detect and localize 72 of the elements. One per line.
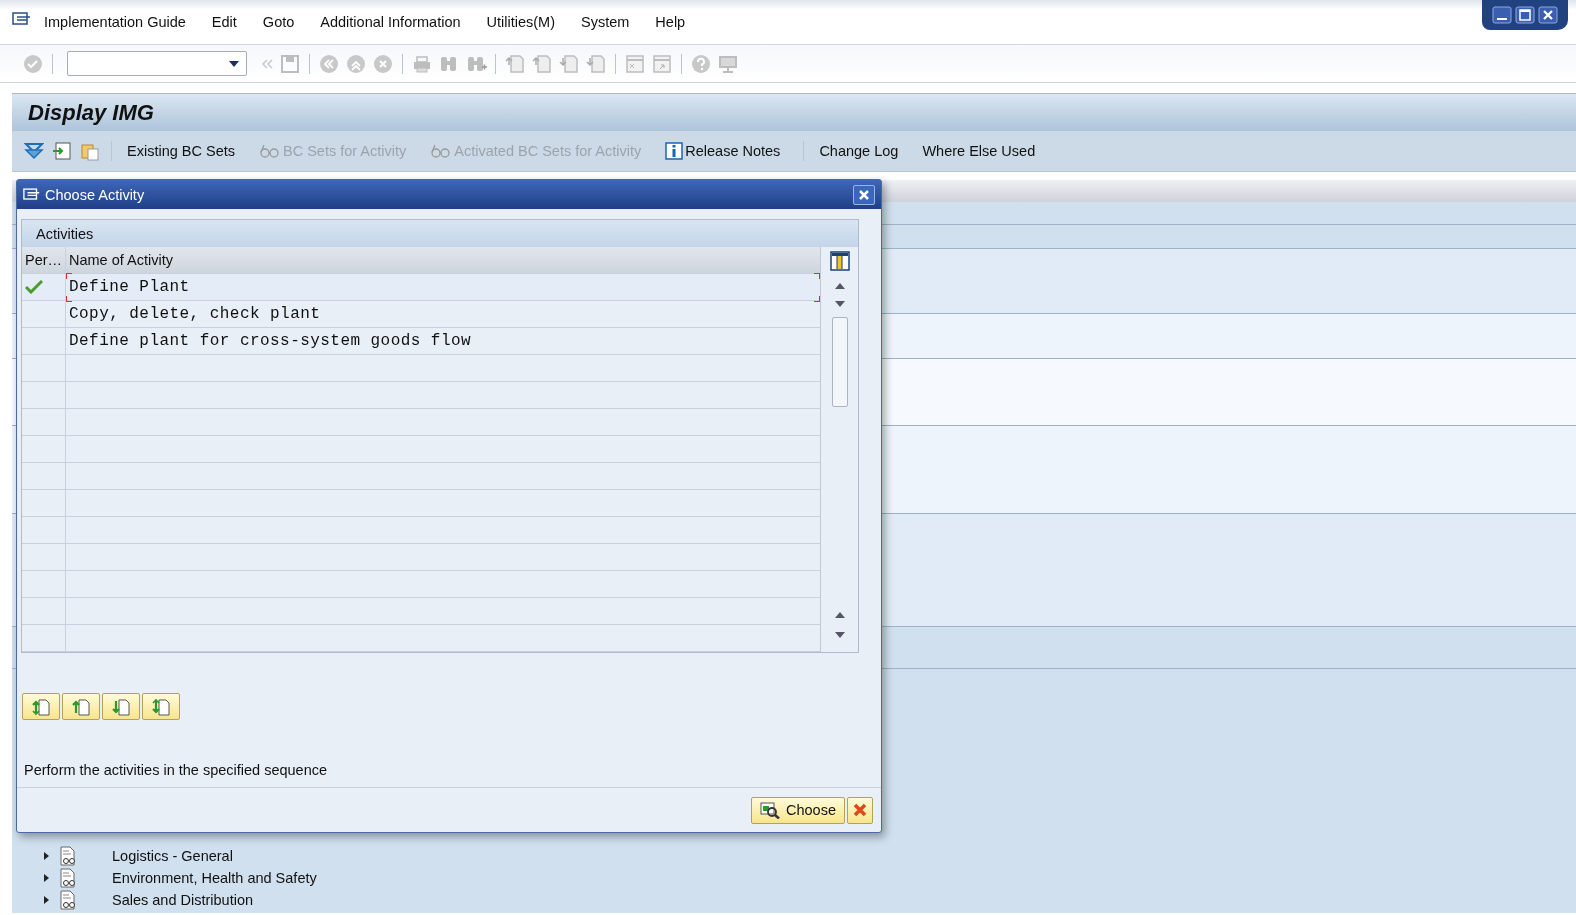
tree-item[interactable]: Environment, Health and Safety <box>112 870 317 886</box>
tree-item[interactable]: Sales and Distribution <box>112 892 254 908</box>
document-arrow-icon <box>151 697 171 716</box>
instruction-text: Perform the activities in the specified sequence <box>24 762 329 778</box>
move-button[interactable] <box>22 693 60 720</box>
menu-item[interactable]: System <box>581 14 630 30</box>
dialog-icon <box>23 187 41 202</box>
column-header[interactable]: Per… <box>22 247 66 273</box>
menu-icon[interactable] <box>12 11 32 27</box>
expand-arrow-icon[interactable] <box>42 896 50 904</box>
clipboard-icon[interactable] <box>80 141 100 161</box>
group-title: Activities <box>36 225 94 242</box>
menu-item[interactable]: Edit <box>211 14 237 30</box>
table-row[interactable]: Define Plant <box>22 274 820 301</box>
menu-item[interactable]: Utilities(M) <box>486 14 555 30</box>
minimize-icon[interactable] <box>1492 6 1512 24</box>
filter-icon[interactable] <box>24 141 44 161</box>
save-icon[interactable] <box>279 52 301 75</box>
scrollbar-thumb[interactable] <box>831 317 848 407</box>
document-glasses-icon <box>58 868 78 888</box>
toolbar-button[interactable]: Existing BC Sets <box>123 141 239 161</box>
command-field[interactable] <box>67 51 247 76</box>
table-cell-text: Define plant for cross-system goods flow <box>68 331 473 352</box>
table-row[interactable]: Define plant for cross-system goods flow <box>22 328 820 355</box>
toolbar-button[interactable]: Where Else Used <box>918 141 1040 161</box>
expand-arrow-icon[interactable] <box>42 852 50 860</box>
page-arrow-icon[interactable] <box>531 52 553 75</box>
column-layout-icon[interactable] <box>829 251 850 271</box>
glasses-icon <box>259 143 281 159</box>
close-icon[interactable] <box>1538 6 1558 24</box>
toolbar-button[interactable]: Release Notes <box>661 140 785 162</box>
column-header[interactable]: Name of Activity <box>66 247 820 273</box>
info-icon <box>665 142 684 160</box>
cancel-button[interactable] <box>847 796 873 824</box>
document-glasses-icon <box>58 846 78 866</box>
document-arrow-icon <box>31 697 51 716</box>
import-icon[interactable] <box>52 141 72 161</box>
expand-arrow-icon[interactable] <box>42 874 50 882</box>
toolbar-button[interactable]: Change Log <box>815 141 903 161</box>
menu-item[interactable]: Additional Information <box>320 14 461 30</box>
new-window-icon[interactable] <box>624 52 646 75</box>
dialog-title: Choose Activity <box>45 186 145 203</box>
magnifier-icon <box>760 801 780 819</box>
screen-title: Display IMG <box>27 99 154 126</box>
document-arrow-icon <box>111 697 131 716</box>
close-icon <box>853 803 867 817</box>
scroll-down-icon[interactable] <box>834 301 845 307</box>
glasses-icon <box>430 143 453 159</box>
page-arrow-icon[interactable] <box>585 52 607 75</box>
tree-item[interactable]: Logistics - General <box>112 848 233 864</box>
move-button[interactable] <box>62 693 100 720</box>
document-glasses-icon <box>58 890 78 910</box>
scroll-up-icon[interactable] <box>834 612 845 618</box>
menu-item[interactable]: Help <box>655 14 686 30</box>
table-cell-text: Define Plant <box>68 277 191 298</box>
move-button[interactable] <box>102 693 140 720</box>
choose-button[interactable]: Choose <box>751 796 845 824</box>
scroll-up-icon[interactable] <box>834 283 845 289</box>
document-arrow-icon <box>71 697 91 716</box>
scroll-down-icon[interactable] <box>834 632 845 638</box>
close-button[interactable] <box>853 184 875 205</box>
menu-item[interactable]: Implementation Guide <box>44 14 186 30</box>
shortcut-icon[interactable] <box>651 52 673 75</box>
menu-item[interactable]: Goto <box>262 14 295 30</box>
table-row[interactable]: Copy, delete, check plant <box>22 301 820 328</box>
dropdown-icon[interactable] <box>229 61 239 67</box>
maximize-icon[interactable] <box>1515 6 1535 24</box>
page-arrow-icon[interactable] <box>504 52 526 75</box>
move-button[interactable] <box>142 693 180 720</box>
table-cell-text: Copy, delete, check plant <box>68 304 322 325</box>
close-icon <box>858 188 870 201</box>
page-arrow-icon[interactable] <box>558 52 580 75</box>
